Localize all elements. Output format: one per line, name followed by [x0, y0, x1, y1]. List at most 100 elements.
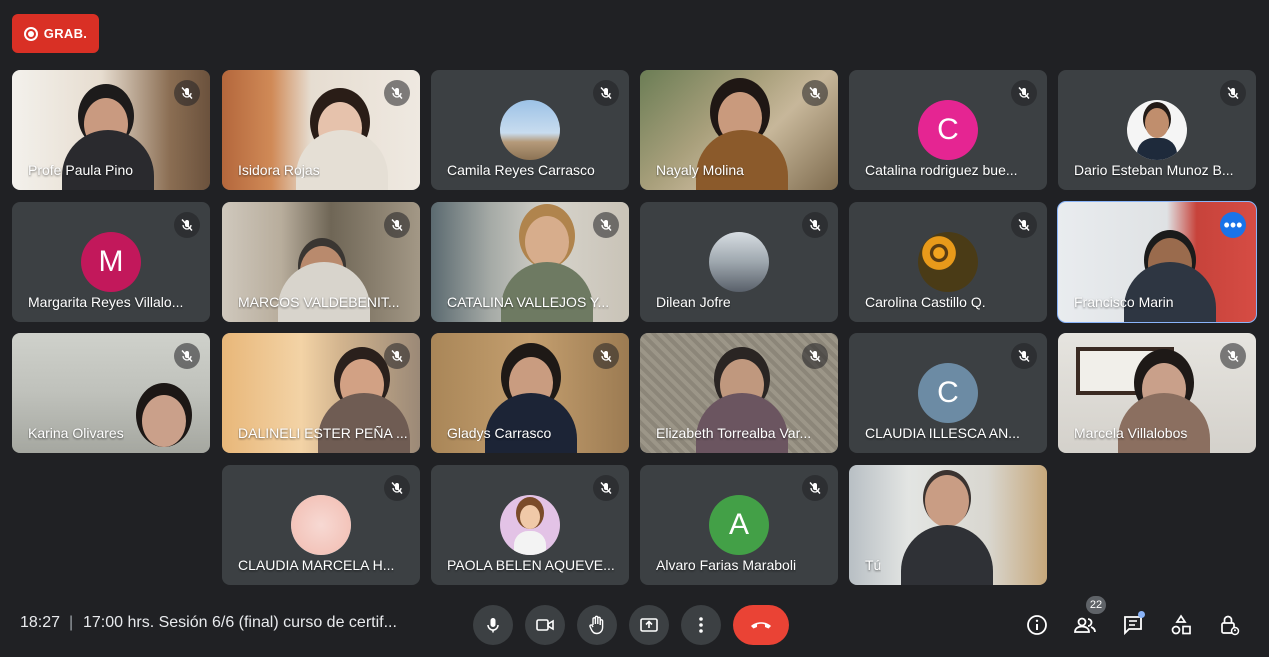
- mic-off-icon: [1011, 212, 1037, 238]
- bottom-bar: 18:27 | 17:00 hrs. Sesión 6/6 (final) cu…: [0, 590, 1269, 657]
- participant-name: Tú: [865, 557, 882, 573]
- info-icon: [1027, 615, 1047, 635]
- raise-hand-button[interactable]: [577, 605, 617, 645]
- avatar: C: [918, 100, 978, 160]
- avatar: C: [918, 363, 978, 423]
- participant-tile[interactable]: MARCOS VALDEBENIT...: [222, 202, 420, 322]
- mic-off-icon: [1220, 80, 1246, 106]
- host-controls-button[interactable]: [1211, 607, 1247, 643]
- participant-name: Isidora Rojas: [238, 162, 320, 178]
- participant-tile[interactable]: Profe Paula Pino: [12, 70, 210, 190]
- microphone-button[interactable]: [473, 605, 513, 645]
- participant-name: Alvaro Farias Maraboli: [656, 557, 797, 573]
- participant-tile[interactable]: Marcela Villalobos: [1058, 333, 1256, 453]
- participant-name: Nayaly Molina: [656, 162, 744, 178]
- participant-name: CLAUDIA ILLESCA AN...: [865, 425, 1020, 441]
- avatar: [500, 495, 560, 555]
- participant-tile[interactable]: Karina Olivares: [12, 333, 210, 453]
- mic-off-icon: [593, 343, 619, 369]
- mic-off-icon: [384, 212, 410, 238]
- avatar: [1127, 100, 1187, 160]
- participant-name: Catalina rodriguez bue...: [865, 162, 1018, 178]
- participant-tile[interactable]: Dario Esteban Munoz B...: [1058, 70, 1256, 190]
- chat-button[interactable]: [1115, 607, 1151, 643]
- shapes-icon: [1171, 614, 1191, 635]
- participant-name: Elizabeth Torrealba Var...: [656, 425, 812, 441]
- record-icon: [23, 26, 38, 41]
- participant-tile-active[interactable]: ••• Francisco Marin: [1057, 201, 1257, 323]
- people-icon: [1074, 617, 1096, 633]
- camera-icon: [536, 619, 554, 631]
- people-count-badge: 22: [1086, 596, 1106, 614]
- participant-tile[interactable]: A Alvaro Farias Maraboli: [640, 465, 838, 585]
- recording-indicator[interactable]: GRAB.: [12, 14, 99, 53]
- avatar: [918, 232, 978, 292]
- participant-name: Margarita Reyes Villalo...: [28, 294, 184, 310]
- participant-tile[interactable]: Dilean Jofre: [640, 202, 838, 322]
- self-view-tile[interactable]: Tú: [849, 465, 1047, 585]
- more-vert-icon: [699, 617, 703, 633]
- mic-off-icon: [174, 343, 200, 369]
- recording-label: GRAB.: [43, 26, 88, 41]
- mic-off-icon: [593, 80, 619, 106]
- participant-tile[interactable]: Isidora Rojas: [222, 70, 420, 190]
- mic-off-icon: [384, 343, 410, 369]
- participant-tile[interactable]: Gladys Carrasco: [431, 333, 629, 453]
- participant-tile[interactable]: Elizabeth Torrealba Var...: [640, 333, 838, 453]
- avatar: [500, 100, 560, 160]
- participant-tile[interactable]: C Catalina rodriguez bue...: [849, 70, 1047, 190]
- mic-off-icon: [384, 475, 410, 501]
- avatar: A: [709, 495, 769, 555]
- participant-tile[interactable]: CATALINA VALLEJOS Y...: [431, 202, 629, 322]
- mic-off-icon: [174, 80, 200, 106]
- microphone-icon: [487, 618, 499, 633]
- participant-name: Marcela Villalobos: [1074, 425, 1188, 441]
- participant-name: Dario Esteban Munoz B...: [1074, 162, 1234, 178]
- more-options-icon[interactable]: •••: [1220, 212, 1246, 238]
- camera-button[interactable]: [525, 605, 565, 645]
- avatar: M: [81, 232, 141, 292]
- participant-name: MARCOS VALDEBENIT...: [238, 294, 400, 310]
- participant-name: CATALINA VALLEJOS Y...: [447, 294, 610, 310]
- mic-off-icon: [593, 212, 619, 238]
- mic-off-icon: [802, 343, 828, 369]
- participant-name: Camila Reyes Carrasco: [447, 162, 595, 178]
- lock-person-icon: [1221, 615, 1240, 636]
- activities-button[interactable]: [1163, 607, 1199, 643]
- mic-off-icon: [1011, 80, 1037, 106]
- more-options-button[interactable]: [681, 605, 721, 645]
- mic-off-icon: [1220, 343, 1246, 369]
- participant-name: PAOLA BELEN AQUEVE...: [447, 557, 615, 573]
- participant-tile[interactable]: Nayaly Molina: [640, 70, 838, 190]
- mic-off-icon: [1011, 343, 1037, 369]
- leave-call-button[interactable]: [733, 605, 789, 645]
- meeting-info-button[interactable]: [1019, 607, 1055, 643]
- mic-off-icon: [802, 80, 828, 106]
- participant-name: Carolina Castillo Q.: [865, 294, 986, 310]
- participant-tile[interactable]: PAOLA BELEN AQUEVE...: [431, 465, 629, 585]
- participant-name: CLAUDIA MARCELA H...: [238, 557, 395, 573]
- participant-name: DALINELI ESTER PEÑA ...: [238, 425, 408, 441]
- participant-name: Francisco Marin: [1074, 294, 1174, 310]
- participant-tile[interactable]: M Margarita Reyes Villalo...: [12, 202, 210, 322]
- participant-name: Profe Paula Pino: [28, 162, 134, 178]
- hangup-icon: [751, 622, 771, 629]
- avatar: [709, 232, 769, 292]
- participant-tile[interactable]: DALINELI ESTER PEÑA ...: [222, 333, 420, 453]
- clock: 18:27: [20, 614, 61, 631]
- meeting-title[interactable]: 17:00 hrs. Sesión 6/6 (final) curso de c…: [83, 614, 397, 632]
- mic-off-icon: [802, 475, 828, 501]
- participant-name: Gladys Carrasco: [447, 425, 552, 441]
- hand-icon: [589, 615, 604, 635]
- present-screen-button[interactable]: [629, 605, 669, 645]
- mic-off-icon: [174, 212, 200, 238]
- mic-off-icon: [802, 212, 828, 238]
- participant-tile[interactable]: Carolina Castillo Q.: [849, 202, 1047, 322]
- participant-tile[interactable]: Camila Reyes Carrasco: [431, 70, 629, 190]
- mic-off-icon: [384, 80, 410, 106]
- participant-tile[interactable]: CLAUDIA MARCELA H...: [222, 465, 420, 585]
- participant-name: Dilean Jofre: [656, 294, 731, 310]
- participant-tile[interactable]: C CLAUDIA ILLESCA AN...: [849, 333, 1047, 453]
- participant-name: Karina Olivares: [28, 425, 124, 441]
- chat-notification-dot: [1138, 611, 1145, 618]
